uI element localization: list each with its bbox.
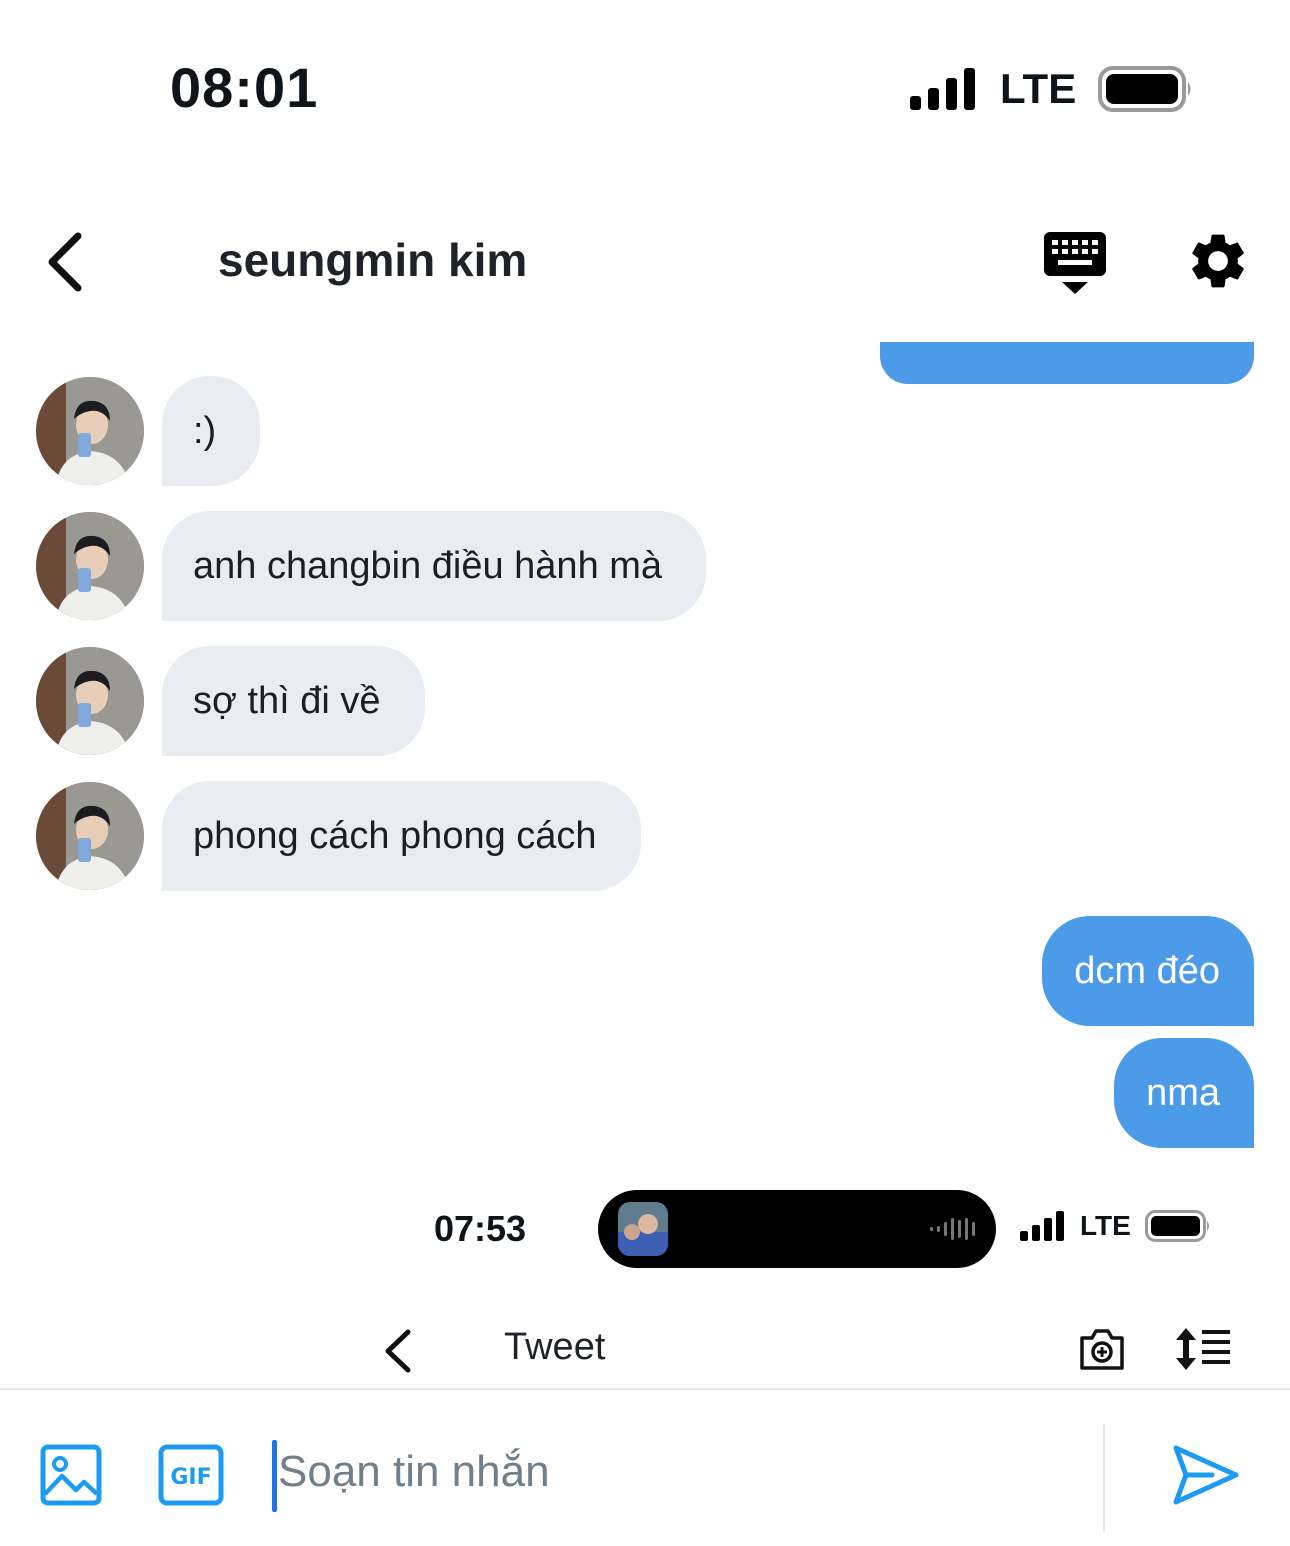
dynamic-island bbox=[598, 1190, 996, 1268]
battery-icon bbox=[1098, 66, 1191, 112]
status-indicators: LTE bbox=[910, 64, 1194, 114]
message-row-incoming: sợ thì đi về bbox=[36, 646, 425, 756]
embedded-nav-title: Tweet bbox=[504, 1326, 606, 1368]
keyboard-button[interactable] bbox=[1040, 230, 1110, 300]
add-gif-button[interactable]: GIF bbox=[158, 1444, 224, 1506]
message-composer: GIF bbox=[0, 1388, 1290, 1546]
embedded-camera-button[interactable] bbox=[1078, 1326, 1126, 1372]
audio-waveform-icon bbox=[930, 1218, 975, 1240]
keyboard-icon bbox=[1044, 232, 1106, 294]
message-row-incoming: :) bbox=[36, 376, 261, 486]
message-bubble-incoming[interactable]: sợ thì đi về bbox=[162, 646, 425, 756]
avatar[interactable] bbox=[36, 782, 144, 890]
message-bubble-incoming[interactable]: :) bbox=[162, 376, 261, 486]
avatar[interactable] bbox=[36, 647, 144, 755]
conversation-title: seungmin kim bbox=[218, 234, 528, 286]
message-bubble-incoming[interactable]: phong cách phong cách bbox=[162, 781, 641, 891]
battery-icon bbox=[1144, 1210, 1209, 1242]
message-row-incoming: anh changbin điều hành mà bbox=[36, 511, 707, 621]
chevron-left-icon bbox=[385, 1329, 411, 1373]
embedded-nav-bar: Tweet bbox=[0, 1310, 1290, 1388]
embedded-network-type: LTE bbox=[1080, 1210, 1131, 1241]
signal-icon bbox=[910, 68, 975, 110]
avatar[interactable] bbox=[36, 377, 144, 485]
embedded-sort-button[interactable] bbox=[1176, 1326, 1232, 1372]
message-bubble-incoming[interactable]: anh changbin điều hành mà bbox=[162, 511, 707, 621]
avatar[interactable] bbox=[36, 512, 144, 620]
send-button[interactable] bbox=[1172, 1442, 1240, 1508]
status-time: 08:01 bbox=[170, 56, 319, 119]
conversation-header: seungmin kim bbox=[0, 200, 1290, 320]
message-row-incoming: phong cách phong cách bbox=[36, 781, 641, 891]
embedded-status-time: 07:53 bbox=[434, 1208, 527, 1249]
message-bubble-outgoing[interactable]: nma bbox=[1114, 1038, 1254, 1148]
svg-text:GIF: GIF bbox=[170, 1465, 211, 1490]
message-list[interactable]: :) anh changbin điều hành mà sợ thì đi v… bbox=[0, 320, 1290, 1180]
signal-icon bbox=[1020, 1211, 1064, 1241]
settings-button[interactable] bbox=[1185, 228, 1251, 294]
embedded-screenshot: 07:53 LTE Tweet bbox=[0, 1180, 1290, 1388]
now-playing-thumbnail bbox=[618, 1202, 668, 1256]
image-icon bbox=[40, 1444, 102, 1506]
send-icon bbox=[1173, 1445, 1239, 1505]
chevron-left-icon bbox=[48, 232, 82, 292]
camera-add-icon bbox=[1080, 1329, 1124, 1370]
embedded-status-indicators: LTE bbox=[1020, 1210, 1211, 1242]
message-bubble-outgoing[interactable]: dcm đéo bbox=[1042, 916, 1254, 1026]
network-type: LTE bbox=[1000, 65, 1077, 112]
add-photo-button[interactable] bbox=[40, 1444, 102, 1506]
composer-divider bbox=[1103, 1424, 1105, 1532]
sort-icon bbox=[1176, 1328, 1230, 1370]
back-button[interactable] bbox=[38, 230, 98, 294]
message-input[interactable] bbox=[272, 1430, 1092, 1514]
status-bar: 08:01 LTE bbox=[0, 0, 1290, 175]
gear-icon bbox=[1192, 234, 1244, 288]
gif-icon: GIF bbox=[158, 1444, 224, 1506]
embedded-back-button[interactable] bbox=[380, 1328, 420, 1374]
message-bubble-outgoing-partial bbox=[880, 342, 1254, 384]
